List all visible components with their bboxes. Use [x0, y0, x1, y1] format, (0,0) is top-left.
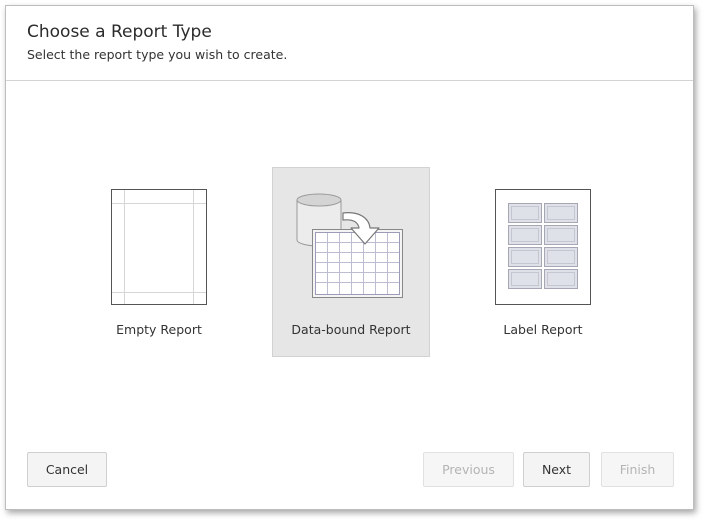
dialog-subtitle: Select the report type you wish to creat…: [27, 47, 288, 62]
report-type-label: Empty Report: [116, 322, 202, 337]
report-type-label: Data-bound Report: [291, 322, 411, 337]
report-type-data-bound[interactable]: Data-bound Report: [272, 167, 430, 357]
report-type-empty[interactable]: Empty Report: [80, 167, 238, 357]
dialog-header: Choose a Report Type Select the report t…: [6, 6, 693, 81]
next-button[interactable]: Next: [523, 452, 590, 487]
empty-report-icon: [111, 189, 207, 305]
report-type-label-report[interactable]: Label Report: [464, 167, 622, 357]
cancel-button[interactable]: Cancel: [27, 452, 107, 487]
finish-button[interactable]: Finish: [601, 452, 674, 487]
report-type-label: Label Report: [503, 322, 583, 337]
previous-button[interactable]: Previous: [423, 452, 514, 487]
label-report-icon: [495, 189, 591, 305]
data-bound-report-icon: [296, 193, 403, 298]
report-wizard-dialog: Choose a Report Type Select the report t…: [5, 5, 694, 510]
dialog-title: Choose a Report Type: [27, 22, 212, 42]
